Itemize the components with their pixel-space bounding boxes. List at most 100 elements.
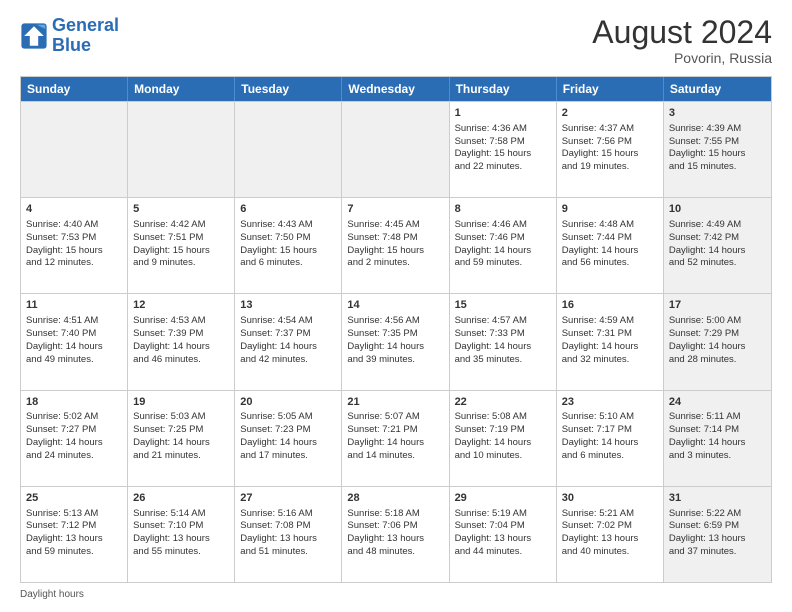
calendar-header: SundayMondayTuesdayWednesdayThursdayFrid… — [21, 77, 771, 101]
day-info-26: Sunrise: 5:14 AM Sunset: 7:10 PM Dayligh… — [133, 508, 210, 557]
cal-row-4: 25 Sunrise: 5:13 AM Sunset: 7:12 PM Dayli… — [21, 486, 771, 582]
day-num-7: 7 — [347, 202, 443, 217]
day-num-11: 11 — [26, 298, 122, 313]
day-info-24: Sunrise: 5:11 AM Sunset: 7:14 PM Dayligh… — [669, 411, 746, 460]
cal-cell-23: 23Sunrise: 5:10 AM Sunset: 7:17 PM Dayli… — [557, 391, 664, 486]
day-info-25: Sunrise: 5:13 AM Sunset: 7:12 PM Dayligh… — [26, 508, 103, 557]
logo-blue: Blue — [52, 35, 91, 55]
day-num-16: 16 — [562, 298, 658, 313]
cal-row-1: 4Sunrise: 4:40 AM Sunset: 7:53 PM Daylig… — [21, 197, 771, 293]
cal-cell-15: 15 Sunrise: 4:57 AM Sunset: 7:33 PM Dayli… — [450, 294, 557, 389]
day-info-19: Sunrise: 5:03 AM Sunset: 7:25 PM Dayligh… — [133, 411, 210, 460]
day-num-5: 5 — [133, 202, 229, 217]
cal-row-0: 1Sunrise: 4:36 AM Sunset: 7:58 PM Daylig… — [21, 101, 771, 197]
cal-cell-1: 1Sunrise: 4:36 AM Sunset: 7:58 PM Daylig… — [450, 102, 557, 197]
cal-cell-7: 7 Sunrise: 4:45 AM Sunset: 7:48 PM Daylig… — [342, 198, 449, 293]
day-info-3: Sunrise: 4:39 AM Sunset: 7:55 PM Dayligh… — [669, 123, 746, 172]
month-title: August 2024 — [592, 16, 772, 48]
cal-cell-empty-0-3 — [342, 102, 449, 197]
day-num-13: 13 — [240, 298, 336, 313]
header: General Blue August 2024 Povorin, Russia — [20, 16, 772, 66]
day-info-20: Sunrise: 5:05 AM Sunset: 7:23 PM Dayligh… — [240, 411, 317, 460]
cal-cell-5: 5 Sunrise: 4:42 AM Sunset: 7:51 PM Daylig… — [128, 198, 235, 293]
cal-cell-10: 10 Sunrise: 4:49 AM Sunset: 7:42 PM Dayli… — [664, 198, 771, 293]
cal-cell-6: 6Sunrise: 4:43 AM Sunset: 7:50 PM Daylig… — [235, 198, 342, 293]
day-info-7: Sunrise: 4:45 AM Sunset: 7:48 PM Dayligh… — [347, 219, 424, 268]
day-num-10: 10 — [669, 202, 766, 217]
cal-cell-13: 13 Sunrise: 4:54 AM Sunset: 7:37 PM Dayli… — [235, 294, 342, 389]
cal-cell-19: 19Sunrise: 5:03 AM Sunset: 7:25 PM Dayli… — [128, 391, 235, 486]
day-num-30: 30 — [562, 491, 658, 506]
weekday-sunday: Sunday — [21, 77, 128, 101]
cal-cell-9: 9 Sunrise: 4:48 AM Sunset: 7:44 PM Daylig… — [557, 198, 664, 293]
day-num-31: 31 — [669, 491, 766, 506]
day-num-6: 6 — [240, 202, 336, 217]
page: General Blue August 2024 Povorin, Russia… — [0, 0, 792, 612]
day-num-17: 17 — [669, 298, 766, 313]
day-num-27: 27 — [240, 491, 336, 506]
cal-cell-8: 8Sunrise: 4:46 AM Sunset: 7:46 PM Daylig… — [450, 198, 557, 293]
cal-cell-empty-0-0 — [21, 102, 128, 197]
cal-cell-17: 17 Sunrise: 5:00 AM Sunset: 7:29 PM Dayli… — [664, 294, 771, 389]
day-num-1: 1 — [455, 106, 551, 121]
cal-cell-30: 30 Sunrise: 5:21 AM Sunset: 7:02 PM Dayli… — [557, 487, 664, 582]
cal-cell-3: 3 Sunrise: 4:39 AM Sunset: 7:55 PM Daylig… — [664, 102, 771, 197]
cal-cell-31: 31 Sunrise: 5:22 AM Sunset: 6:59 PM Dayli… — [664, 487, 771, 582]
weekday-tuesday: Tuesday — [235, 77, 342, 101]
cal-cell-11: 11 Sunrise: 4:51 AM Sunset: 7:40 PM Dayli… — [21, 294, 128, 389]
day-info-21: Sunrise: 5:07 AM Sunset: 7:21 PM Dayligh… — [347, 411, 424, 460]
day-num-3: 3 — [669, 106, 766, 121]
day-info-8: Sunrise: 4:46 AM Sunset: 7:46 PM Dayligh… — [455, 219, 532, 268]
day-info-28: Sunrise: 5:18 AM Sunset: 7:06 PM Dayligh… — [347, 508, 424, 557]
day-info-17: Sunrise: 5:00 AM Sunset: 7:29 PM Dayligh… — [669, 315, 746, 364]
location: Povorin, Russia — [592, 50, 772, 66]
cal-cell-18: 18Sunrise: 5:02 AM Sunset: 7:27 PM Dayli… — [21, 391, 128, 486]
day-info-4: Sunrise: 4:40 AM Sunset: 7:53 PM Dayligh… — [26, 219, 103, 268]
footer: Daylight hours — [20, 589, 772, 600]
day-info-11: Sunrise: 4:51 AM Sunset: 7:40 PM Dayligh… — [26, 315, 103, 364]
cal-cell-21: 21Sunrise: 5:07 AM Sunset: 7:21 PM Dayli… — [342, 391, 449, 486]
day-num-22: 22 — [455, 395, 551, 410]
day-num-9: 9 — [562, 202, 658, 217]
cal-cell-4: 4Sunrise: 4:40 AM Sunset: 7:53 PM Daylig… — [21, 198, 128, 293]
day-num-20: 20 — [240, 395, 336, 410]
weekday-thursday: Thursday — [450, 77, 557, 101]
cal-cell-25: 25 Sunrise: 5:13 AM Sunset: 7:12 PM Dayli… — [21, 487, 128, 582]
day-num-21: 21 — [347, 395, 443, 410]
day-num-15: 15 — [455, 298, 551, 313]
cal-cell-24: 24Sunrise: 5:11 AM Sunset: 7:14 PM Dayli… — [664, 391, 771, 486]
title-block: August 2024 Povorin, Russia — [592, 16, 772, 66]
logo: General Blue — [20, 16, 119, 56]
weekday-friday: Friday — [557, 77, 664, 101]
day-info-30: Sunrise: 5:21 AM Sunset: 7:02 PM Dayligh… — [562, 508, 639, 557]
day-info-10: Sunrise: 4:49 AM Sunset: 7:42 PM Dayligh… — [669, 219, 746, 268]
calendar-body: 1Sunrise: 4:36 AM Sunset: 7:58 PM Daylig… — [21, 101, 771, 582]
day-num-14: 14 — [347, 298, 443, 313]
day-num-19: 19 — [133, 395, 229, 410]
cal-cell-empty-0-2 — [235, 102, 342, 197]
day-info-9: Sunrise: 4:48 AM Sunset: 7:44 PM Dayligh… — [562, 219, 639, 268]
day-num-25: 25 — [26, 491, 122, 506]
cal-row-3: 18Sunrise: 5:02 AM Sunset: 7:27 PM Dayli… — [21, 390, 771, 486]
day-info-13: Sunrise: 4:54 AM Sunset: 7:37 PM Dayligh… — [240, 315, 317, 364]
day-info-2: Sunrise: 4:37 AM Sunset: 7:56 PM Dayligh… — [562, 123, 639, 172]
cal-cell-26: 26Sunrise: 5:14 AM Sunset: 7:10 PM Dayli… — [128, 487, 235, 582]
logo-icon — [20, 22, 48, 50]
day-info-5: Sunrise: 4:42 AM Sunset: 7:51 PM Dayligh… — [133, 219, 210, 268]
cal-cell-27: 27 Sunrise: 5:16 AM Sunset: 7:08 PM Dayli… — [235, 487, 342, 582]
day-info-31: Sunrise: 5:22 AM Sunset: 6:59 PM Dayligh… — [669, 508, 746, 557]
day-info-14: Sunrise: 4:56 AM Sunset: 7:35 PM Dayligh… — [347, 315, 424, 364]
cal-cell-14: 14 Sunrise: 4:56 AM Sunset: 7:35 PM Dayli… — [342, 294, 449, 389]
day-info-27: Sunrise: 5:16 AM Sunset: 7:08 PM Dayligh… — [240, 508, 317, 557]
weekday-wednesday: Wednesday — [342, 77, 449, 101]
logo-text: General Blue — [52, 16, 119, 56]
weekday-saturday: Saturday — [664, 77, 771, 101]
day-num-28: 28 — [347, 491, 443, 506]
day-info-15: Sunrise: 4:57 AM Sunset: 7:33 PM Dayligh… — [455, 315, 532, 364]
cal-cell-2: 2Sunrise: 4:37 AM Sunset: 7:56 PM Daylig… — [557, 102, 664, 197]
day-num-24: 24 — [669, 395, 766, 410]
cal-cell-12: 12Sunrise: 4:53 AM Sunset: 7:39 PM Dayli… — [128, 294, 235, 389]
cal-cell-28: 28 Sunrise: 5:18 AM Sunset: 7:06 PM Dayli… — [342, 487, 449, 582]
weekday-monday: Monday — [128, 77, 235, 101]
day-num-18: 18 — [26, 395, 122, 410]
